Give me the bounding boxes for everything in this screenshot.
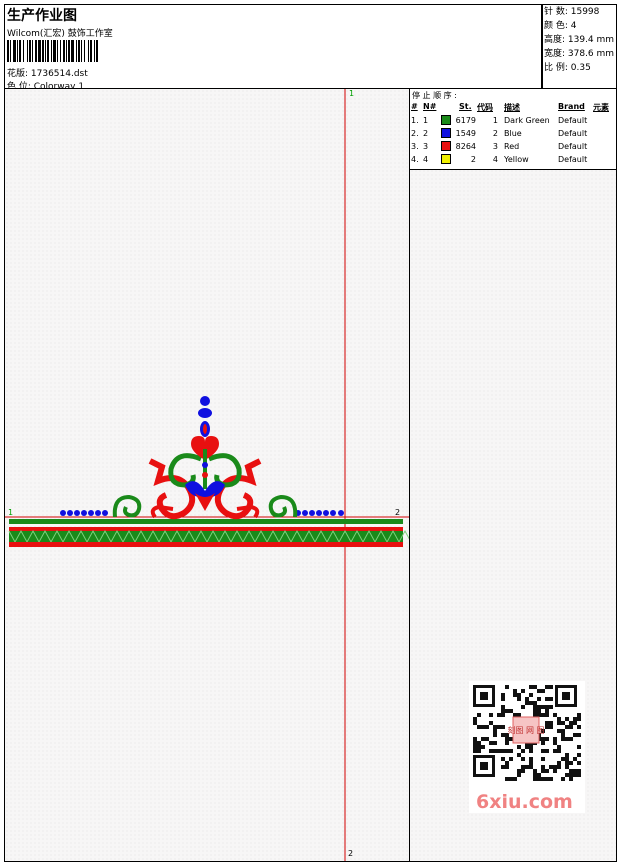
- stop-sequence-panel: 停 止 顺 序 : # N# St. 代码 描述 Brand 元素 1. 1 617…: [410, 89, 616, 170]
- design-file-label: 花版: 1736514.dst: [7, 69, 88, 79]
- design-height: 高度: 139.4 mm: [544, 35, 615, 45]
- stitch-count: 针 数: 15998: [544, 7, 600, 17]
- row-stitches: 8264: [455, 142, 476, 151]
- row-n: 1: [423, 116, 429, 125]
- row-desc: Blue: [504, 129, 522, 138]
- row-brand: Default: [558, 155, 588, 164]
- col-brand: Brand: [558, 102, 585, 111]
- qr-graphic: 刻图 网 图: [473, 685, 581, 781]
- color-swatch: [441, 154, 451, 164]
- col-num: #: [411, 102, 418, 111]
- row-brand: Default: [558, 142, 588, 151]
- row-stitches: 1549: [455, 129, 476, 138]
- bead-row-right: [295, 510, 344, 516]
- studio-name: Wilcom(汇宏) 鼓饰工作室: [7, 29, 113, 39]
- base-band-green: [9, 519, 403, 524]
- col-code: 代码: [477, 103, 493, 112]
- row-num: 4.: [411, 155, 419, 164]
- bead-row-left: [60, 510, 108, 516]
- col-st: St.: [459, 102, 472, 111]
- row-n: 3: [423, 142, 429, 151]
- finial-blue: [200, 396, 210, 406]
- row-code: 1: [492, 116, 498, 125]
- site-logo: 6xiu.com: [476, 791, 573, 813]
- base-band-red-bottom: [9, 542, 403, 547]
- color-swatch: [441, 141, 451, 151]
- embroidery-preview: [5, 89, 410, 861]
- row-desc: Dark Green: [504, 116, 550, 125]
- row-brand: Default: [558, 129, 588, 138]
- row-num: 2.: [411, 129, 419, 138]
- guide-marker-top: 1: [349, 89, 355, 98]
- barcode-icon: [7, 40, 98, 62]
- stamp-text: 刻图 网 图: [507, 725, 544, 735]
- stop-row: 3. 3 8264 3 Red Default: [410, 141, 616, 154]
- design-canvas[interactable]: 1 2 1 2: [4, 88, 411, 862]
- curl-right-small: [268, 494, 298, 518]
- row-code: 4: [492, 155, 498, 164]
- col-n: N#: [423, 102, 437, 111]
- design-scale: 比 例: 0.35: [544, 63, 591, 73]
- row-stitches: 6179: [455, 116, 476, 125]
- stem-green: [203, 449, 207, 489]
- row-n: 4: [423, 155, 429, 164]
- curl-left-small: [112, 494, 142, 518]
- page-title: 生产作业图: [7, 8, 77, 24]
- row-brand: Default: [558, 116, 588, 125]
- color-swatch: [441, 115, 451, 125]
- row-num: 1.: [411, 116, 419, 125]
- design-width: 宽度: 378.6 mm: [544, 49, 615, 59]
- guide-marker-right: 2: [395, 508, 401, 517]
- color-swatch: [441, 128, 451, 138]
- col-elem: 元素: [593, 103, 609, 112]
- row-desc: Red: [504, 142, 520, 151]
- side-panel: 停 止 顺 序 : # N# St. 代码 描述 Brand 元素 1. 1 617…: [409, 88, 617, 862]
- col-desc: 描述: [504, 103, 520, 112]
- stop-row: 1. 1 6179 1 Dark Green Default: [410, 115, 616, 128]
- stop-row: 2. 2 1549 2 Blue Default: [410, 128, 616, 141]
- header-panel: 生产作业图 Wilcom(汇宏) 鼓饰工作室 花版: 1736514.dst 色…: [4, 4, 543, 92]
- row-stitches: 2: [470, 155, 476, 164]
- guide-marker-left: 1: [8, 508, 14, 517]
- row-desc: Yellow: [504, 155, 529, 164]
- row-code: 2: [492, 129, 498, 138]
- row-n: 2: [423, 129, 429, 138]
- row-num: 3.: [411, 142, 419, 151]
- stats-panel: 针 数: 15998 颜 色: 4 高度: 139.4 mm 宽度: 378.6…: [541, 4, 617, 90]
- stop-sequence-title: 停 止 顺 序 :: [412, 91, 457, 100]
- stop-row: 4. 4 2 4 Yellow Default: [410, 154, 616, 167]
- color-count: 颜 色: 4: [544, 21, 577, 31]
- guide-marker-bottom: 2: [348, 849, 354, 858]
- base-band-red-top: [9, 527, 403, 531]
- row-code: 3: [492, 142, 498, 151]
